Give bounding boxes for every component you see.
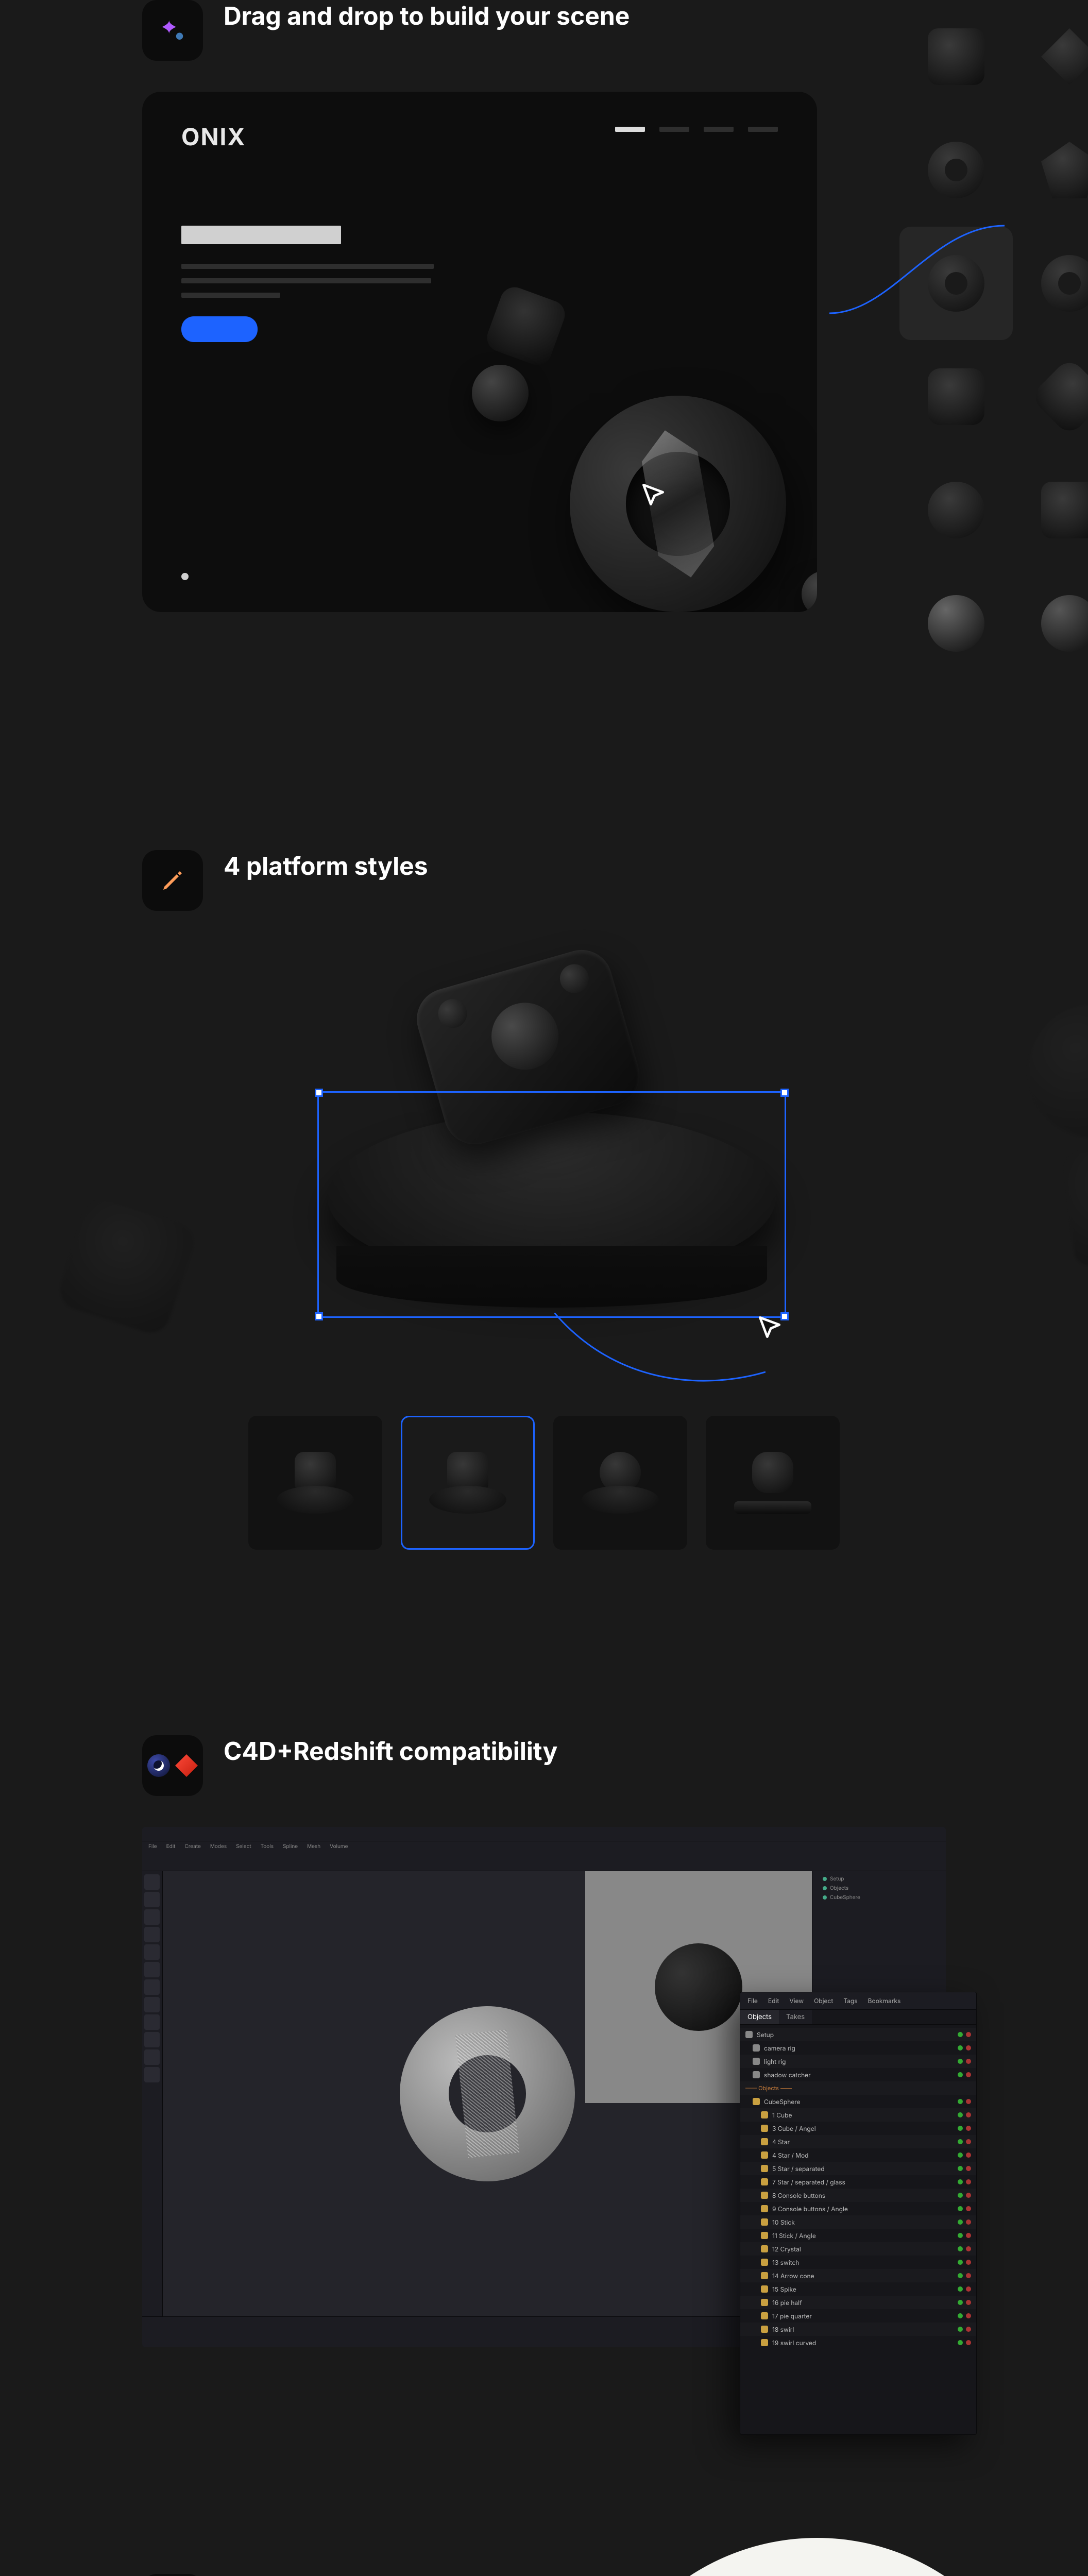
- selection-box[interactable]: [317, 1091, 786, 1318]
- asset-thumb[interactable]: [1013, 567, 1088, 680]
- tree-row[interactable]: 12 Crystal: [740, 2242, 976, 2256]
- high-res-icon: [142, 2574, 203, 2576]
- high-res-preview: [585, 2538, 1049, 2576]
- asset-thumb[interactable]: [1013, 227, 1088, 340]
- asset-thumb-selected[interactable]: [899, 227, 1013, 340]
- asset-thumb[interactable]: [899, 567, 1013, 680]
- tree-row[interactable]: 17 pie quarter: [740, 2309, 976, 2323]
- tab-objects[interactable]: Objects: [740, 2010, 779, 2024]
- tree-row[interactable]: camera rig: [740, 2041, 976, 2055]
- tree-row[interactable]: 9 Console buttons / Angle: [740, 2202, 976, 2215]
- platform-thumb-selected[interactable]: [401, 1416, 535, 1550]
- objects-panel[interactable]: FileEditViewObjectTagsBookmarks Objects …: [740, 1992, 977, 2435]
- tree-row[interactable]: 19 swirl curved: [740, 2336, 976, 2349]
- drag-drop-icon: [142, 0, 203, 61]
- section-title: Drag and drop to build your scene: [224, 0, 630, 32]
- tree-row[interactable]: —— Objects ——: [740, 2081, 976, 2095]
- asset-thumb[interactable]: [1013, 453, 1088, 567]
- tree-row[interactable]: shadow catcher: [740, 2068, 976, 2081]
- mock-cta-button: [181, 316, 258, 342]
- tree-row[interactable]: Setup: [740, 2028, 976, 2041]
- section-title: 4 platform styles: [224, 850, 428, 882]
- asset-thumb[interactable]: [1013, 0, 1088, 113]
- tab-takes[interactable]: Takes: [779, 2010, 812, 2024]
- redshift-logo-icon: [175, 1754, 198, 1777]
- section-title: C4D+Redshift compatibility: [224, 1735, 557, 1767]
- c4d-logo-icon: [147, 1754, 170, 1777]
- panel-menu: FileEditViewObjectTagsBookmarks: [740, 1992, 976, 2010]
- platform-thumb[interactable]: [248, 1416, 382, 1550]
- asset-thumb[interactable]: [899, 113, 1013, 227]
- section-c4d-compat: C4D+Redshift compatibility FileEditCreat…: [142, 1735, 946, 2347]
- tree-row[interactable]: 8 Console buttons: [740, 2189, 976, 2202]
- asset-thumb[interactable]: [1013, 340, 1088, 453]
- cursor-icon: [639, 480, 668, 509]
- platform-render: [245, 942, 843, 1344]
- tree-row[interactable]: 13 switch: [740, 2256, 976, 2269]
- section-platform-styles: 4 platform styles: [142, 850, 946, 1550]
- cursor-icon: [755, 1313, 784, 1342]
- platform-thumbs: [142, 1416, 946, 1550]
- tree-row[interactable]: 15 Spike: [740, 2282, 976, 2296]
- tree-row[interactable]: CubeSphere: [740, 2095, 976, 2108]
- tree-row[interactable]: 16 pie half: [740, 2296, 976, 2309]
- tree-row[interactable]: 10 Stick: [740, 2215, 976, 2229]
- mock-nav: [615, 127, 778, 132]
- section-drag-drop: Drag and drop to build your scene ONIX: [142, 0, 946, 680]
- tree-row[interactable]: 1 Cube: [740, 2108, 976, 2122]
- tree-row[interactable]: light rig: [740, 2055, 976, 2068]
- object-tree[interactable]: Setupcamera riglight rigshadow catcher——…: [740, 2025, 976, 2352]
- tree-row[interactable]: 14 Arrow cone: [740, 2269, 976, 2282]
- section-high-resolution: High resolution: [142, 2574, 946, 2576]
- tree-row[interactable]: 4 Star / Mod: [740, 2148, 976, 2162]
- asset-thumb[interactable]: [899, 453, 1013, 567]
- c4d-redshift-icon: [142, 1735, 203, 1796]
- asset-thumb[interactable]: [899, 340, 1013, 453]
- mockup-browser: ONIX: [142, 92, 817, 612]
- tree-row[interactable]: 5 Star / separated: [740, 2162, 976, 2175]
- platform-thumb[interactable]: [706, 1416, 840, 1550]
- tree-row[interactable]: 4 Star: [740, 2135, 976, 2148]
- tree-row[interactable]: 7 Star / separated / glass: [740, 2175, 976, 2189]
- asset-grid: [899, 0, 1088, 680]
- asset-thumb[interactable]: [899, 0, 1013, 113]
- asset-thumb[interactable]: [1013, 113, 1088, 227]
- platform-styles-icon: [142, 850, 203, 911]
- tree-row[interactable]: 11 Stick / Angle: [740, 2229, 976, 2242]
- tree-row[interactable]: 18 swirl: [740, 2323, 976, 2336]
- tree-row[interactable]: 3 Cube / Angel: [740, 2122, 976, 2135]
- section-title: High resolution: [224, 2574, 407, 2576]
- platform-thumb[interactable]: [553, 1416, 687, 1550]
